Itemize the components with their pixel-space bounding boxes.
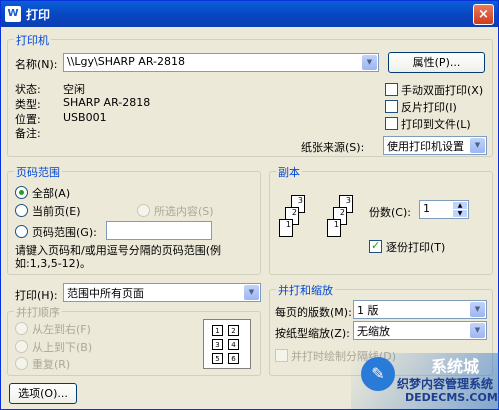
reverse-print-checkbox[interactable]: [385, 100, 398, 113]
page-range-radio[interactable]: [15, 225, 28, 238]
options-button[interactable]: 选项(O)...: [9, 383, 77, 404]
chevron-down-icon[interactable]: ▼: [470, 323, 485, 338]
close-button[interactable]: ×: [473, 4, 494, 25]
watermark-logo-icon: ✎: [361, 357, 395, 391]
page-order-group-label: 并打顺序: [14, 304, 62, 320]
manual-duplex-label[interactable]: 手动双面打印(X): [401, 82, 483, 98]
scale-select[interactable]: 无缩放 ▼: [353, 321, 487, 340]
selection-label: 所选内容(S): [154, 205, 214, 218]
paper-source-select[interactable]: 使用打印机设置 ▼: [383, 136, 487, 155]
manual-duplex-checkbox[interactable]: [385, 83, 398, 96]
status-label: 状态:: [15, 83, 41, 96]
all-pages-label[interactable]: 全部(A): [32, 185, 70, 201]
printer-name-value: \\Lgy\SHARP AR-2818: [67, 55, 185, 68]
watermark-line2: DEDECMS.COM: [405, 391, 498, 404]
scale-value: 无缩放: [357, 325, 390, 338]
copies-count-label: 份数(C):: [369, 206, 411, 219]
reverse-print-label[interactable]: 反片打印(I): [401, 99, 457, 115]
repeat-radio[interactable]: [15, 357, 28, 370]
chevron-down-icon[interactable]: ▼: [470, 138, 485, 153]
collate-pages-icon: 3 2 1: [323, 193, 371, 249]
paper-source-label: 纸张来源(S):: [301, 141, 365, 154]
type-value: SHARP AR-2818: [63, 96, 151, 109]
draw-borders-checkbox[interactable]: [275, 349, 288, 362]
chevron-down-icon[interactable]: ▼: [244, 285, 259, 300]
page-range-input[interactable]: [106, 221, 212, 240]
properties-button[interactable]: 属性(P)...: [388, 52, 485, 73]
pages-per-sheet-label: 每页的版数(M):: [275, 306, 352, 319]
scale-label: 按纸型缩放(Z):: [275, 327, 350, 340]
print-to-file-label[interactable]: 打印到文件(L): [401, 116, 471, 132]
window-title: 打印: [26, 8, 51, 22]
current-page-label[interactable]: 当前页(E): [32, 203, 81, 219]
page-range-hint: 请键入页码和/或用逗号分隔的页码范围(例如:1,3,5-12)。: [15, 244, 221, 270]
all-pages-radio[interactable]: [15, 186, 28, 199]
spin-down-icon[interactable]: ▼: [453, 210, 467, 217]
chevron-down-icon[interactable]: ▼: [470, 302, 485, 317]
current-page-radio[interactable]: [15, 204, 28, 217]
left-to-right-radio[interactable]: [15, 322, 28, 335]
spin-up-icon[interactable]: ▲: [453, 202, 467, 209]
copies-count-value: 1: [423, 202, 430, 215]
printer-group-label: 打印机: [14, 32, 51, 48]
copies-group-label: 副本: [276, 164, 302, 180]
chevron-down-icon[interactable]: ▼: [362, 55, 377, 70]
repeat-label: 重复(R): [32, 358, 71, 371]
pages-per-sheet-value: 1 版: [357, 304, 379, 317]
watermark-brand: 系统城: [431, 357, 480, 376]
status-value: 空闲: [63, 83, 85, 96]
print-what-value: 范围中所有页面: [67, 287, 144, 300]
printer-name-label: 名称(N):: [15, 58, 58, 71]
page-range-label[interactable]: 页码范围(G):: [32, 224, 97, 240]
print-to-file-checkbox[interactable]: [385, 117, 398, 130]
print-what-label: 打印(H):: [15, 289, 58, 302]
collate-pages-icon: 3 2 1: [275, 193, 323, 249]
collate-label[interactable]: 逐份打印(T): [386, 239, 445, 255]
zoom-group-label: 并打和缩放: [276, 282, 335, 298]
printer-name-select[interactable]: \\Lgy\SHARP AR-2818 ▼: [63, 53, 379, 72]
page-range-group-label: 页码范围: [14, 164, 62, 180]
left-to-right-label: 从左到右(F): [32, 323, 91, 336]
print-what-select[interactable]: 范围中所有页面 ▼: [63, 283, 261, 302]
top-to-bottom-label: 从上到下(B): [32, 341, 93, 354]
type-label: 类型:: [15, 98, 41, 111]
selection-radio[interactable]: [137, 204, 150, 217]
paper-source-value: 使用打印机设置: [387, 140, 464, 153]
collate-checkbox[interactable]: [369, 239, 382, 253]
top-to-bottom-radio[interactable]: [15, 340, 28, 353]
print-dialog: W 打印 × 打印机 名称(N): \\Lgy\SHARP AR-2818 ▼ …: [0, 0, 499, 410]
location-value: USB001: [63, 111, 107, 124]
pages-per-sheet-select[interactable]: 1 版 ▼: [353, 300, 487, 319]
title-bar[interactable]: W 打印 ×: [1, 1, 498, 27]
page-order-preview-icon: 1 2 3 4 5 6: [203, 319, 251, 369]
copies-count-input[interactable]: 1 ▲ ▼: [419, 200, 469, 219]
wps-app-icon: W: [5, 6, 21, 22]
watermark-line1: 织梦内容管理系统: [397, 377, 494, 391]
comment-label: 备注:: [15, 127, 41, 140]
